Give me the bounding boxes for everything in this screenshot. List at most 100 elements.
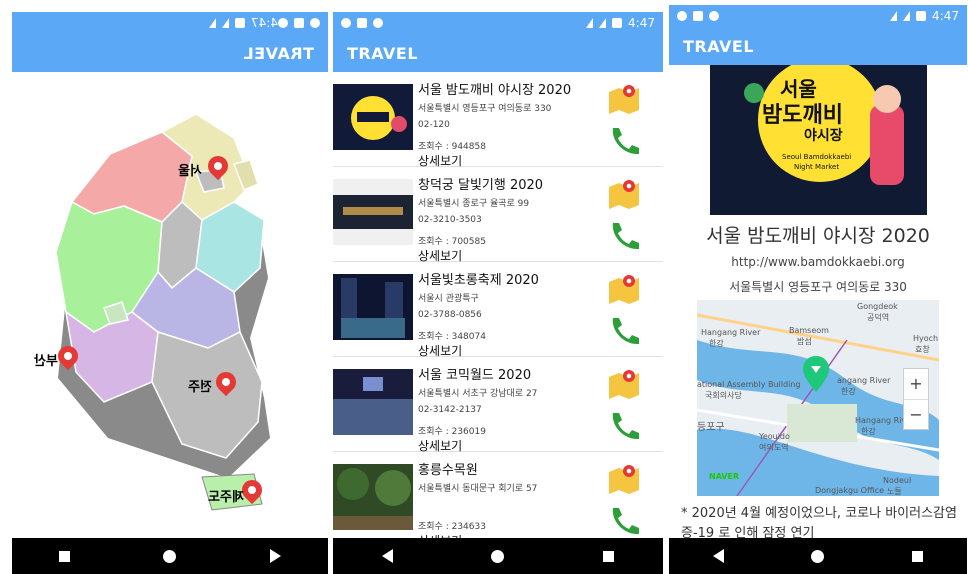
thumbnail-image xyxy=(333,464,413,530)
shield-icon xyxy=(341,18,351,28)
status-icons-right: 4:47 xyxy=(209,16,278,30)
nav-bar xyxy=(333,538,663,574)
status-icons-left xyxy=(278,18,320,28)
back-button[interactable] xyxy=(382,549,394,563)
app-bar: TRAVEL xyxy=(12,34,328,72)
app-title: TRAVEL xyxy=(347,43,419,63)
signal-icon xyxy=(599,18,607,28)
map-marker-icon[interactable] xyxy=(607,367,641,399)
wifi-icon xyxy=(209,18,217,28)
phone-call-icon[interactable] xyxy=(607,314,641,346)
home-button[interactable] xyxy=(811,549,825,563)
zoom-control: + − xyxy=(903,368,929,430)
map-label-bamseom: Bamseom xyxy=(789,326,829,335)
festival-list: 서울 밤도깨비 야시장 2020 서울특별시 영등포구 여의동로 330 02-… xyxy=(333,72,663,548)
thumbnail-image xyxy=(333,274,413,340)
thumbnail-image xyxy=(333,369,413,435)
item-title: 창덕궁 달빛기행 2020 xyxy=(418,178,544,193)
home-button[interactable] xyxy=(491,549,505,563)
sdcard-icon xyxy=(294,18,304,28)
recents-button[interactable] xyxy=(58,550,70,562)
map-label-yeouido: Yeouido xyxy=(759,432,790,441)
phone-call-icon[interactable] xyxy=(607,409,641,441)
back-button[interactable] xyxy=(712,549,724,563)
item-phone: 02-3788-0856 xyxy=(418,310,482,320)
item-phone: 02-3210-3503 xyxy=(418,215,482,225)
recents-button[interactable] xyxy=(602,550,614,562)
map-label-hangang2: angang River xyxy=(837,376,891,385)
item-phone: 02-120 xyxy=(418,120,450,130)
item-title: 서울 밤도깨비 야시장 2020 xyxy=(418,83,572,98)
item-views: 조회수 : 234633 xyxy=(418,522,486,532)
app-title: TRAVEL xyxy=(683,36,755,56)
item-address: 서울특별시 종로구 율곡로 99 xyxy=(418,199,530,209)
item-address: 서울특별시 영등포구 여의동로 330 xyxy=(418,104,552,114)
map-label-yeongdeungpo: 등포구 xyxy=(697,422,725,433)
signal-icon xyxy=(222,18,230,28)
map-marker-icon[interactable] xyxy=(607,82,641,114)
notification-icon xyxy=(373,18,383,28)
wifi-icon xyxy=(586,18,594,28)
zoom-in-button[interactable]: + xyxy=(904,369,928,399)
thumbnail-image xyxy=(333,84,413,150)
item-address: 서울특별시 동대문구 회기로 57 xyxy=(418,484,538,494)
detail-screen: 4:47 TRAVEL 서울 밤도깨비 야시장 Seoul Bamdokkaeb… xyxy=(669,5,967,574)
map-label-hangang2-ko: 한강 xyxy=(841,387,856,396)
list-item[interactable]: 서울 밤도깨비 야시장 2020 서울특별시 영등포구 여의동로 330 02-… xyxy=(333,72,663,168)
status-time: 4:47 xyxy=(932,9,959,23)
map-label-hyochang: Hyoch xyxy=(913,334,939,343)
map-label-hangang1: Hangang River xyxy=(701,328,761,337)
label-jeju: 제주도 xyxy=(208,490,244,505)
list-item[interactable]: 창덕궁 달빛기행 2020 서울특별시 종로구 율곡로 99 02-3210-3… xyxy=(333,167,663,263)
list-item[interactable]: 홍릉수목원 서울특별시 동대문구 회기로 57 조회수 : 234633 상세보… xyxy=(333,452,663,548)
status-icons-left xyxy=(341,18,383,28)
poster-line3: 야시장 xyxy=(804,128,843,144)
shield-icon xyxy=(310,18,320,28)
phone-call-icon[interactable] xyxy=(607,504,641,536)
item-address: 서울시 관광특구 xyxy=(418,294,479,304)
map-marker-icon[interactable] xyxy=(607,177,641,209)
status-bar: 4:47 xyxy=(669,5,967,27)
map-marker-icon[interactable] xyxy=(607,272,641,304)
signal-icon xyxy=(903,11,911,21)
status-icons-right: 4:47 xyxy=(586,16,655,30)
back-button[interactable] xyxy=(270,549,282,563)
app-bar: TRAVEL xyxy=(333,34,663,72)
shield-icon xyxy=(677,11,687,21)
label-busan: 부산 xyxy=(34,354,58,369)
list-item[interactable]: 서울빛초롱축제 2020 서울시 관광특구 02-3788-0856 조회수 :… xyxy=(333,262,663,358)
home-button[interactable] xyxy=(163,549,177,563)
battery-icon xyxy=(916,11,927,21)
phone-call-icon[interactable] xyxy=(607,124,641,156)
map-marker-icon[interactable] xyxy=(607,462,641,494)
list-screen: 4:47 TRAVEL 서울 밤도깨비 야시장 2020 서울특별시 영등포구 … xyxy=(333,12,663,574)
phone-call-icon[interactable] xyxy=(607,219,641,251)
app-title: TRAVEL xyxy=(242,43,314,63)
location-marker-icon[interactable] xyxy=(803,356,829,392)
festival-poster: 서울 밤도깨비 야시장 Seoul Bamdokkaebi Night Mark… xyxy=(710,65,927,215)
recents-button[interactable] xyxy=(912,550,924,562)
festival-address: 서울특별시 영등포구 여의동로 330 xyxy=(729,280,907,294)
wifi-icon xyxy=(890,11,898,21)
list-item[interactable]: 서울 코믹월드 2020 서울특별시 서초구 강남대로 27 02-3142-2… xyxy=(333,357,663,453)
map-screen: 4:47 TRAVEL 서울 부산 전주 제주도 xyxy=(12,12,328,574)
status-bar: 4:47 xyxy=(333,12,663,34)
sdcard-icon xyxy=(693,11,703,21)
label-seoul: 서울 xyxy=(178,164,202,179)
item-views: 조회수 : 944858 xyxy=(418,142,486,152)
item-title: 홍릉수목원 xyxy=(418,463,478,478)
map-label-assembly-ko: 국회의사당 xyxy=(705,391,742,400)
region-gangwon[interactable] xyxy=(70,131,193,223)
map-label-yeouido-ko: 여의도역 xyxy=(759,443,789,452)
festival-url[interactable]: http://www.bamdokkaebi.org xyxy=(669,255,967,269)
nav-bar xyxy=(12,538,328,574)
status-icons-right: 4:47 xyxy=(890,9,959,23)
sdcard-icon xyxy=(357,18,367,28)
location-map[interactable]: Gongdeok 공덕역 Hyoch 효창 Bamseom 밤섬 Hangang… xyxy=(697,300,939,496)
poster-sub2: Night Market xyxy=(794,163,840,171)
app-bar: TRAVEL xyxy=(669,27,967,65)
map-label-assembly: ational Assembly Building xyxy=(697,380,801,389)
map-label-hangang1-ko: 한강 xyxy=(709,339,724,348)
zoom-out-button[interactable]: − xyxy=(904,399,928,429)
map-label-nodeul-ko: 노들 xyxy=(887,487,902,496)
